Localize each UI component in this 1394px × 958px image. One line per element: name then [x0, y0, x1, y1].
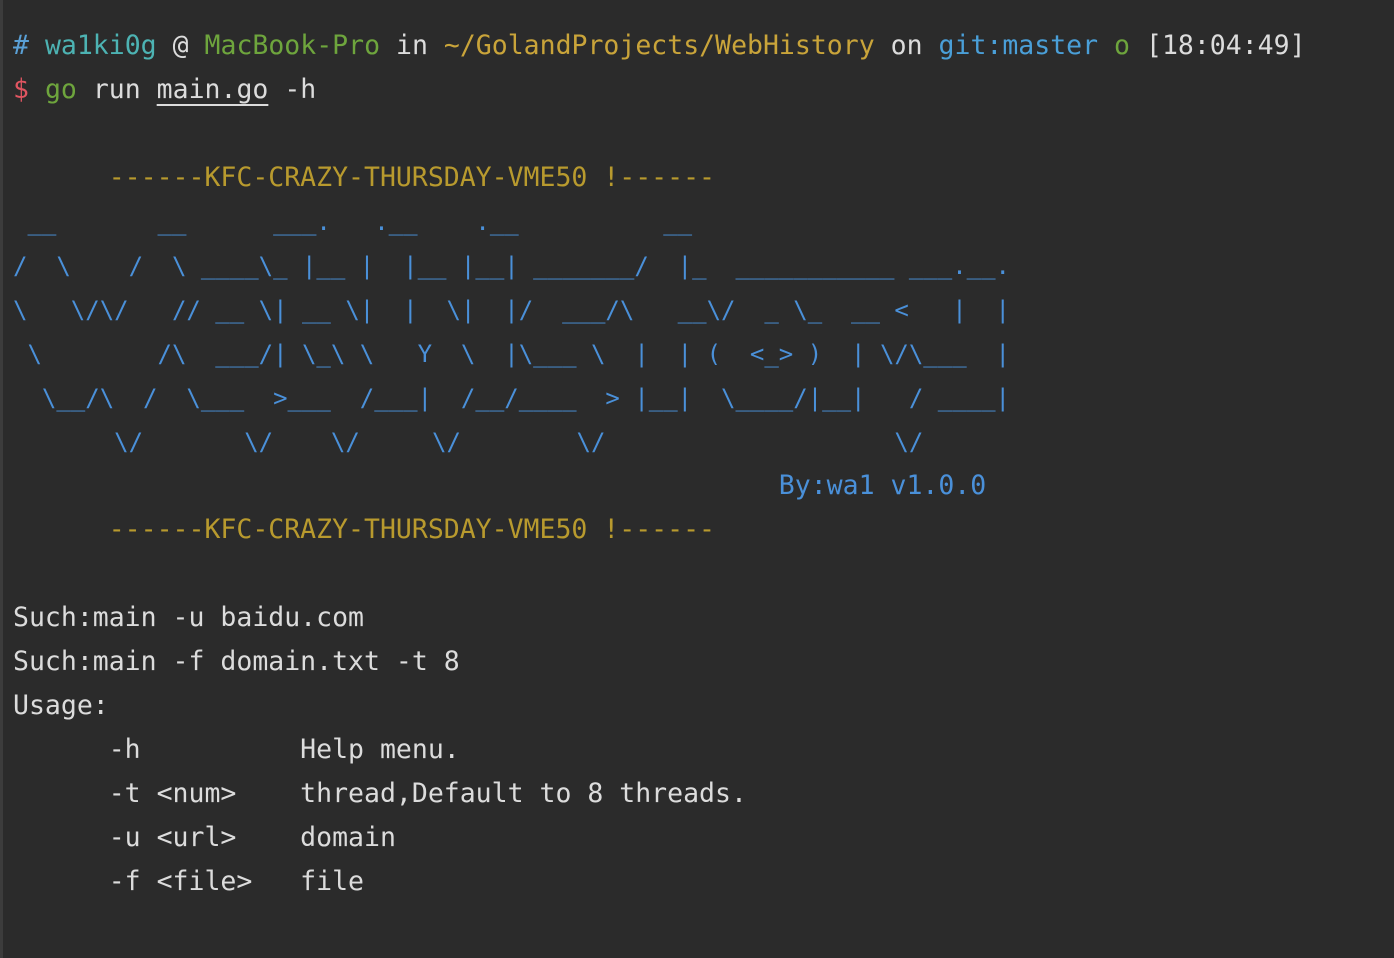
prompt-path: ~/GolandProjects/WebHistory	[443, 30, 875, 61]
window-left-border	[0, 0, 3, 958]
command-flag: -h	[284, 74, 317, 105]
command-line: $ go run main.go -h	[13, 68, 1383, 112]
command-go: go	[44, 74, 77, 105]
command-run: run	[92, 74, 141, 105]
ascii-art-line: \/ \/ \/ \/ \/ \/	[13, 428, 924, 456]
usage-example: Such:main -u baidu.com	[13, 602, 364, 633]
banner-top: ------KFC-CRAZY-THURSDAY-VME50 !------	[13, 162, 715, 193]
prompt-dollar: $	[13, 74, 29, 105]
usage-option: -h Help menu.	[13, 734, 460, 765]
ascii-art-line: \ /\ ___/| \_\ \ Y \ |\___ \ | | ( <_> )…	[13, 340, 1010, 368]
prompt-hash: #	[13, 30, 29, 61]
usage-option: -u <url> domain	[13, 822, 396, 853]
prompt-at: @	[172, 30, 189, 61]
ascii-art-line: / \ / \ ____\_ |__ | |__ |__| _______/ |…	[13, 252, 1010, 280]
prompt-line: # wa1ki0g @ MacBook-Pro in ~/GolandProje…	[13, 24, 1383, 68]
prompt-git-status: o	[1114, 30, 1131, 61]
usage-example: Such:main -f domain.txt -t 8	[13, 646, 460, 677]
usage-option: -f <file> file	[13, 866, 364, 897]
banner-bottom: ------KFC-CRAZY-THURSDAY-VME50 !------	[13, 514, 715, 545]
prompt-on: on	[890, 30, 923, 61]
prompt-user: wa1ki0g	[44, 30, 157, 61]
usage-option: -t <num> thread,Default to 8 threads.	[13, 778, 747, 809]
ascii-art-line: \ \/\/ // __ \| __ \| | \| |/ ___/\ __\/…	[13, 296, 1010, 324]
prompt-git-branch: git:master	[938, 30, 1099, 61]
terminal-output[interactable]: # wa1ki0g @ MacBook-Pro in ~/GolandProje…	[13, 24, 1383, 958]
ascii-art-line: \__/\ / \___ >___ /___| /__/____ > |__| …	[13, 384, 1010, 412]
command-file-link[interactable]: main.go	[157, 74, 269, 105]
version-byline: By:wa1 v1.0.0	[13, 470, 987, 501]
prompt-in: in	[396, 30, 428, 61]
prompt-time: [18:04:49]	[1145, 30, 1306, 61]
prompt-host: MacBook-Pro	[204, 30, 381, 61]
ascii-art-line: __ __ ___. .__ .__ __	[13, 208, 693, 236]
usage-title: Usage:	[13, 690, 109, 721]
